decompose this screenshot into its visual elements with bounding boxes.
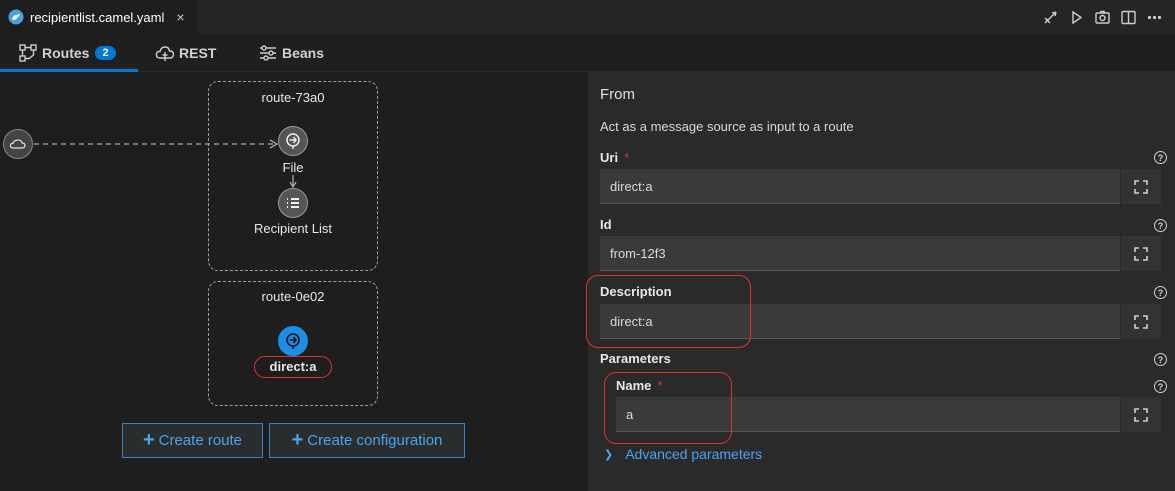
editor-tab-bar: recipientlist.camel.yaml × (0, 0, 1175, 34)
uri-label: Uri * (600, 150, 630, 165)
tab-beans[interactable]: Beans (258, 34, 324, 72)
expand-icon[interactable] (1121, 304, 1161, 339)
uri-field[interactable]: direct:a (600, 169, 1120, 204)
editor-tab[interactable]: recipientlist.camel.yaml × (0, 0, 198, 34)
route-title: route-0e02 (261, 289, 325, 304)
highlight-outline (254, 356, 332, 378)
id-label: Id (600, 217, 612, 232)
tab-rest[interactable]: REST (155, 34, 216, 72)
help-icon[interactable]: ? (1154, 286, 1167, 299)
camel-file-icon (8, 9, 24, 25)
source-endpoint-node[interactable] (3, 129, 33, 159)
help-icon[interactable]: ? (1154, 219, 1167, 232)
sliders-icon (260, 45, 276, 61)
editor-tab-title: recipientlist.camel.yaml (30, 9, 165, 25)
close-icon[interactable]: × (176, 9, 184, 25)
panel-title: From (600, 86, 635, 103)
panel-description: Act as a message source as input to a ro… (600, 119, 854, 134)
create-route-label: Create route (158, 432, 243, 449)
plus-icon: + (291, 429, 304, 451)
cloud-icon (155, 46, 175, 61)
properties-panel: From Act as a message source as input to… (586, 72, 1175, 491)
node-label: Recipient List (253, 221, 333, 236)
tab-routes[interactable]: Routes 2 (18, 34, 116, 72)
advanced-parameters-label: Advanced parameters (625, 446, 763, 462)
designer-nav: Routes 2 REST Beans (0, 34, 1175, 72)
create-route-button[interactable]: + Create route (122, 423, 263, 458)
direct-endpoint-icon[interactable] (278, 326, 308, 356)
node-label: File (282, 160, 304, 175)
expand-icon[interactable] (1121, 397, 1161, 432)
route-canvas[interactable]: route-73a0 File Recipient List route-0e0… (0, 72, 588, 491)
tab-routes-label: Routes (42, 45, 90, 61)
cloud-source-icon (9, 139, 26, 149)
id-field[interactable]: from-12f3 (600, 236, 1120, 271)
chevron-right-icon: ❯ (604, 448, 614, 461)
highlight-outline (604, 372, 732, 444)
deploy-icon[interactable] (1042, 9, 1059, 26)
parameters-label: Parameters (600, 351, 671, 366)
list-icon[interactable] (278, 188, 308, 218)
advanced-parameters-toggle[interactable]: ❯ Advanced parameters (604, 446, 762, 462)
run-icon[interactable] (1068, 9, 1085, 26)
routes-icon (19, 44, 37, 62)
split-editor-icon[interactable] (1120, 9, 1137, 26)
expand-icon[interactable] (1121, 169, 1161, 204)
tab-rest-label: REST (179, 45, 217, 61)
help-icon[interactable]: ? (1154, 380, 1167, 393)
help-icon[interactable]: ? (1154, 151, 1167, 164)
routes-count-badge: 2 (95, 46, 116, 60)
plus-icon: + (142, 429, 155, 451)
more-icon[interactable] (1146, 9, 1163, 26)
help-icon[interactable]: ? (1154, 353, 1167, 366)
create-configuration-label: Create configuration (307, 432, 443, 449)
screenshot-icon[interactable] (1094, 9, 1111, 26)
expand-icon[interactable] (1121, 236, 1161, 271)
route-title: route-73a0 (261, 90, 325, 105)
tab-beans-label: Beans (282, 45, 325, 61)
create-configuration-button[interactable]: + Create configuration (269, 423, 465, 458)
highlight-outline (586, 275, 751, 348)
file-endpoint-icon[interactable] (278, 126, 308, 156)
route-container[interactable]: route-73a0 (208, 81, 378, 271)
